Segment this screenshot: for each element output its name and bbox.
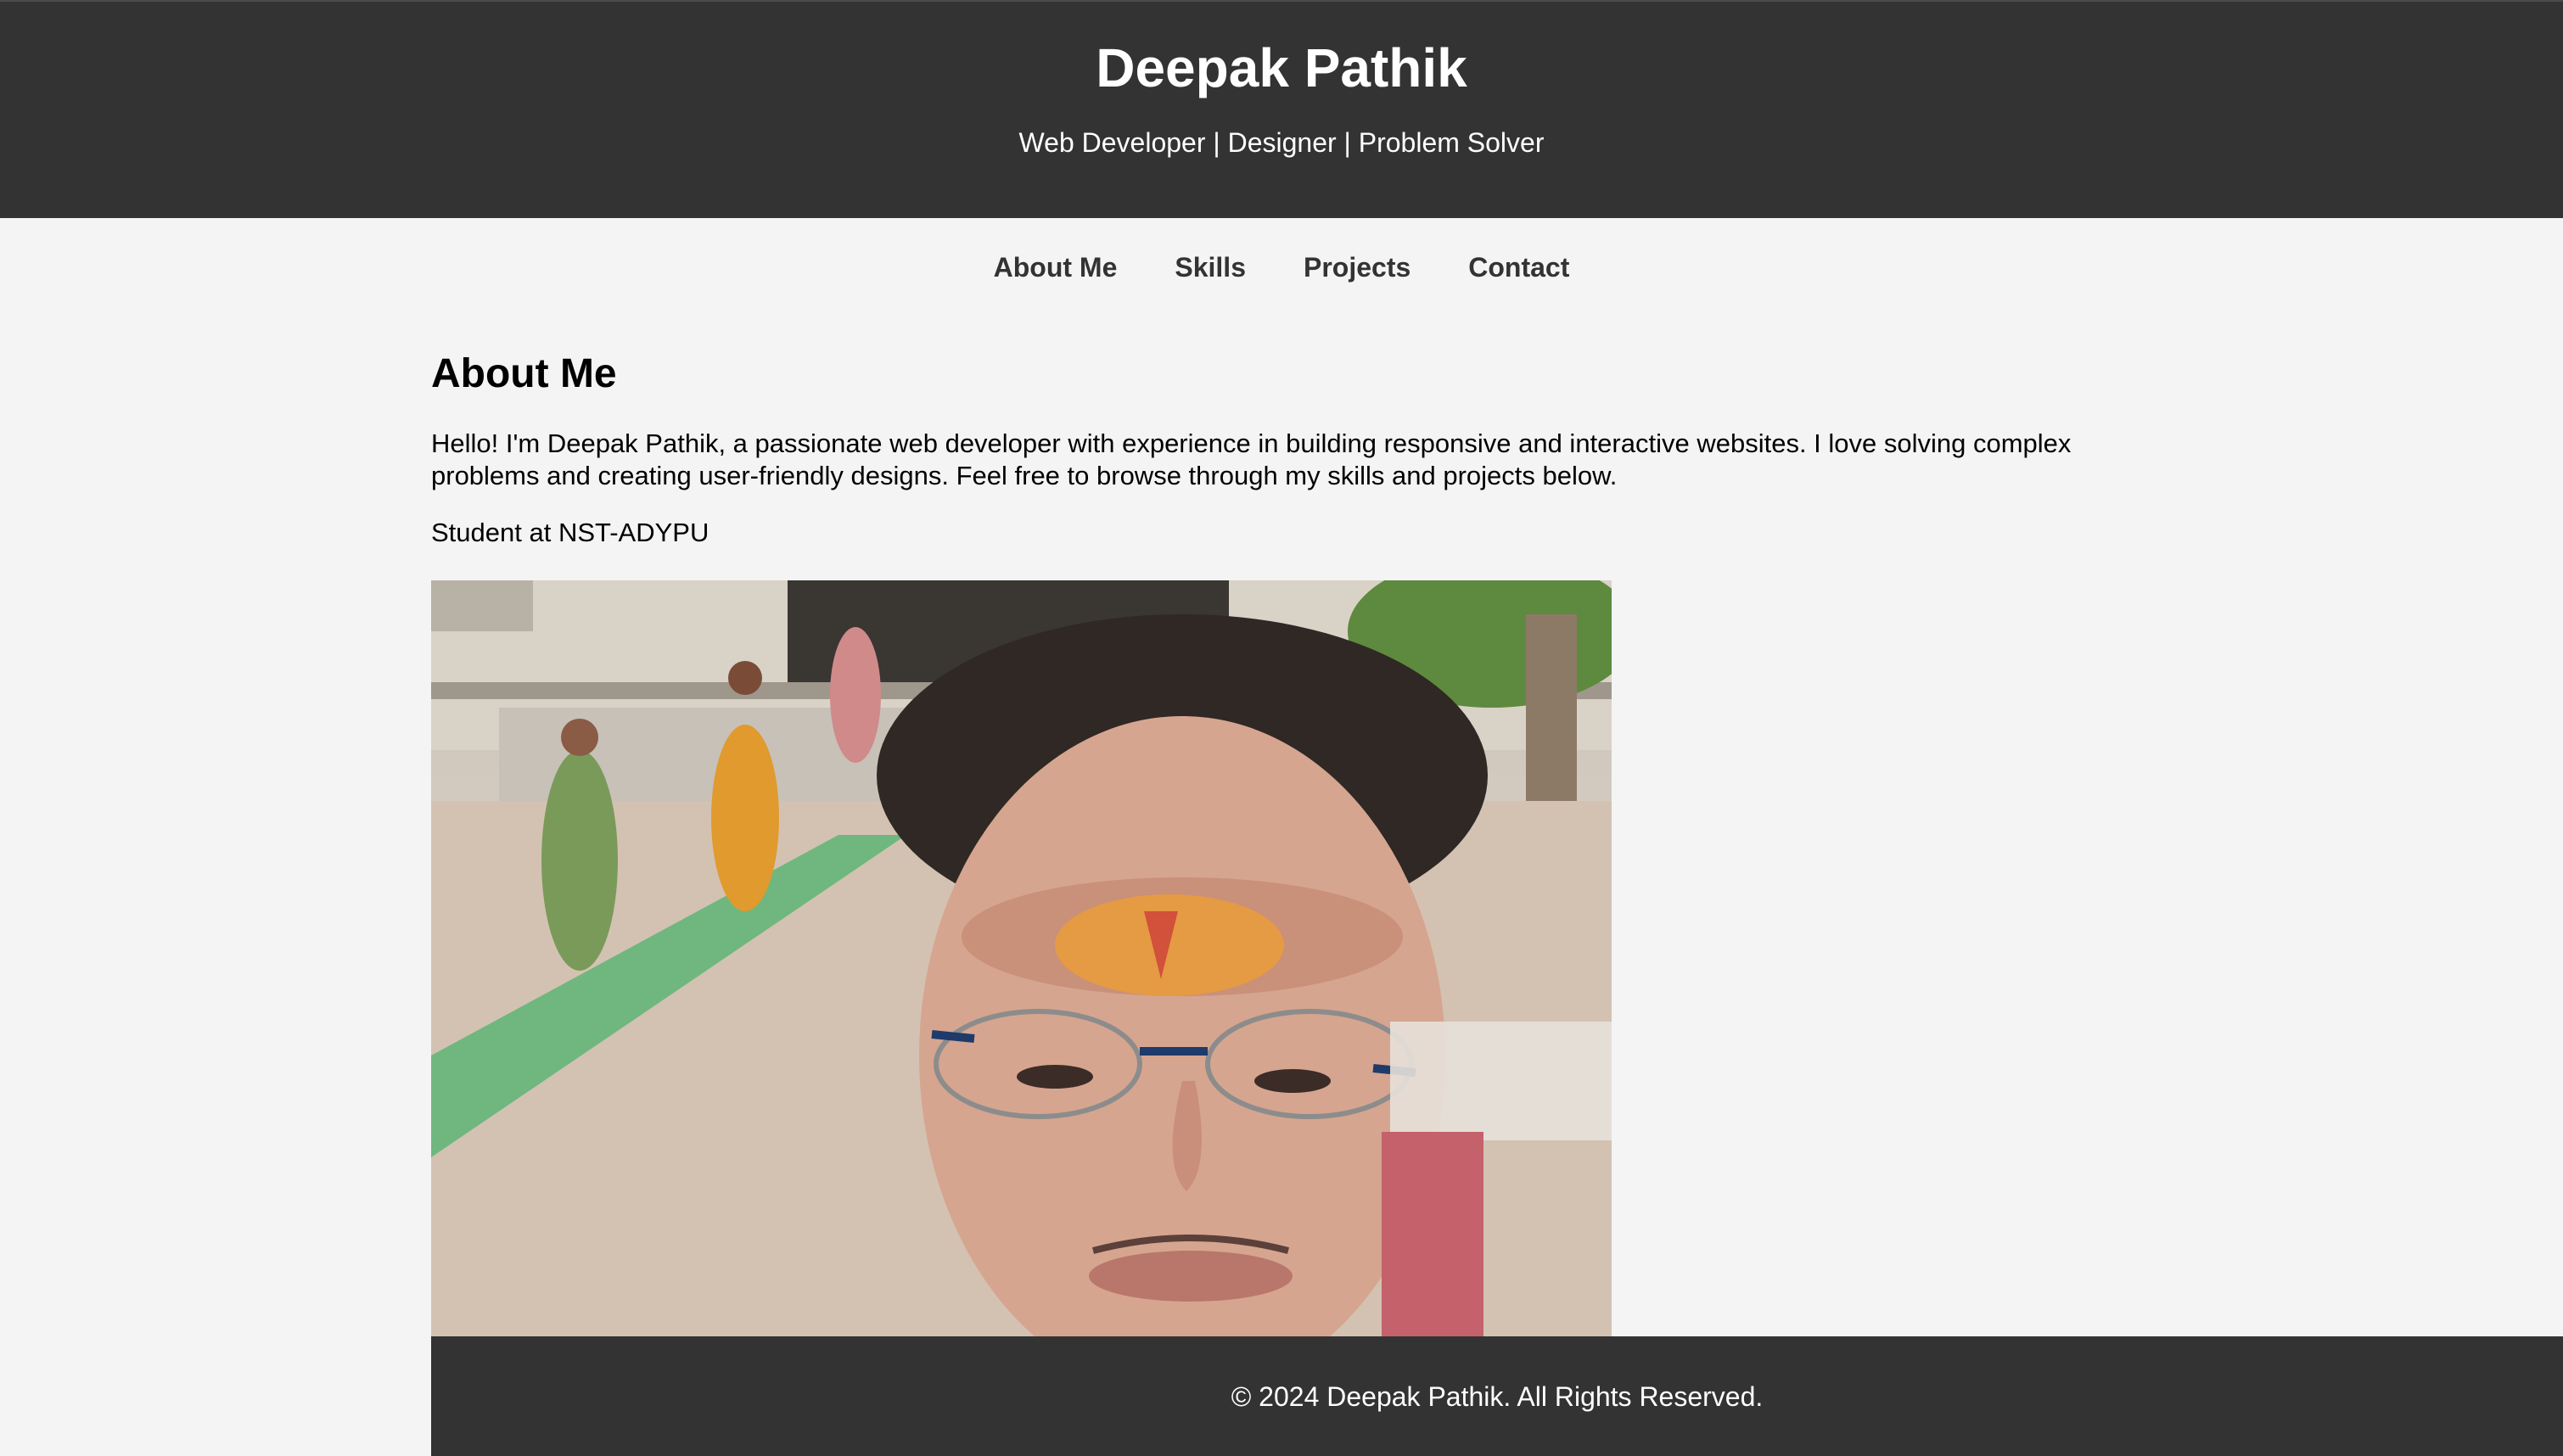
site-footer: © 2024 Deepak Pathik. All Rights Reserve… — [431, 1336, 2563, 1456]
profile-photo — [431, 580, 1612, 1344]
footer-copyright: © 2024 Deepak Pathik. All Rights Reserve… — [1231, 1381, 1764, 1412]
about-intro-text: Hello! I'm Deepak Pathik, a passionate w… — [431, 428, 2072, 490]
profile-photo-graphic — [431, 580, 1612, 1344]
nav-link-about-me[interactable]: About Me — [965, 249, 1147, 286]
site-header: Deepak Pathik Web Developer | Designer |… — [0, 0, 2563, 218]
about-heading: About Me — [431, 351, 617, 396]
main-nav: About Me Skills Projects Contact — [0, 218, 2563, 316]
nav-link-skills[interactable]: Skills — [1146, 249, 1275, 286]
about-section: About Me Hello! I'm Deepak Pathik, a pas… — [431, 339, 2137, 550]
nav-link-contact[interactable]: Contact — [1439, 249, 1598, 286]
site-title: Deepak Pathik — [1096, 37, 1467, 98]
nav-link-projects[interactable]: Projects — [1275, 249, 1439, 286]
student-text: Student at NST-ADYPU — [431, 518, 709, 547]
site-tagline: Web Developer | Designer | Problem Solve… — [1018, 127, 1545, 158]
